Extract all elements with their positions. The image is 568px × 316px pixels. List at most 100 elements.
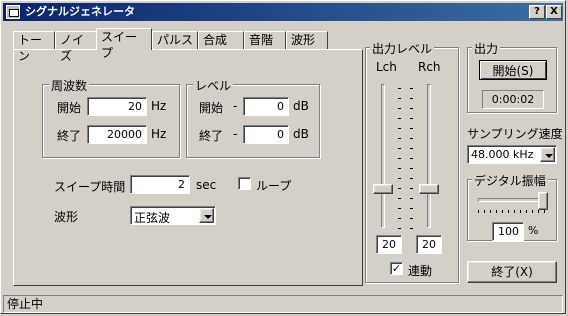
- slider-tick: [398, 198, 401, 199]
- app-window: シグナルジェネレータ ? X トーン ノイズ スイープ パルス 合成 音階 波形…: [0, 0, 566, 314]
- rch-label: Rch: [418, 60, 441, 74]
- rch-slider-track[interactable]: [427, 84, 431, 228]
- link-label[interactable]: 連動: [408, 262, 432, 279]
- tab-scale[interactable]: 音階: [244, 31, 286, 49]
- slider-tick: [410, 108, 413, 109]
- level-end-label: 終了: [199, 129, 224, 143]
- level-start-unit: dB: [293, 99, 309, 113]
- lch-slider-thumb[interactable]: [373, 184, 393, 194]
- slider-tick: [398, 168, 401, 169]
- slider-tick: [398, 208, 401, 209]
- wave-select[interactable]: 正弦波: [130, 206, 216, 225]
- slider-tick: [410, 98, 413, 99]
- tab-sweep[interactable]: スイープ: [96, 28, 152, 60]
- slider-tick: [410, 208, 413, 209]
- tab-synth[interactable]: 合成: [198, 31, 244, 49]
- sampling-select-value: 48.000 kHz: [471, 148, 534, 161]
- slider-tick: [398, 228, 401, 229]
- digital-amplitude-group: デジタル振幅 100 %: [467, 172, 557, 241]
- frequency-group: 周波数 開始 20 Hz 終了 20000 Hz: [42, 77, 180, 158]
- level-end-input[interactable]: 0: [243, 125, 289, 144]
- output-group-label: 出力: [472, 40, 501, 57]
- link-checkbox[interactable]: ✓: [390, 262, 403, 275]
- slider-tick: [410, 158, 413, 159]
- help-button[interactable]: ?: [529, 5, 545, 19]
- exit-button[interactable]: 終了(X): [467, 261, 557, 283]
- sweep-time-input[interactable]: 2: [130, 175, 190, 194]
- freq-end-unit: Hz: [151, 127, 167, 141]
- level-start-sign: -: [233, 99, 238, 113]
- slider-tick: [398, 108, 401, 109]
- slider-tick: [520, 210, 521, 213]
- slider-tick: [532, 210, 533, 213]
- lch-value-input[interactable]: 20: [376, 235, 402, 254]
- freq-start-label: 開始: [57, 101, 82, 115]
- close-button[interactable]: X: [546, 5, 562, 19]
- lch-slider-track[interactable]: [381, 84, 385, 228]
- slider-tick: [478, 210, 479, 213]
- app-icon: [6, 5, 20, 19]
- output-level-group: 出力レベル Lch Rch 20 20 ✓ 連動: [365, 40, 459, 283]
- slider-tick: [398, 128, 401, 129]
- rch-slider-thumb[interactable]: [419, 184, 439, 194]
- slider-tick: [538, 210, 539, 213]
- output-group: 出力 開始(S) 0:00:02: [467, 40, 557, 113]
- status-text: 停止中: [7, 297, 44, 311]
- freq-start-input[interactable]: 20: [87, 97, 147, 116]
- level-start-label: 開始: [199, 101, 224, 115]
- slider-tick: [398, 178, 401, 179]
- loop-label[interactable]: ループ: [256, 177, 291, 194]
- slider-tick: [398, 148, 401, 149]
- wave-label: 波形: [54, 210, 79, 224]
- slider-tick: [410, 148, 413, 149]
- digital-slider-thumb[interactable]: [538, 192, 548, 210]
- slider-tick: [484, 210, 485, 213]
- rch-value-input[interactable]: 20: [416, 235, 442, 254]
- tab-waveform[interactable]: 波形: [286, 31, 328, 49]
- sampling-select[interactable]: 48.000 kHz: [467, 145, 557, 164]
- level-end-unit: dB: [293, 127, 309, 141]
- level-start-input[interactable]: 0: [243, 97, 289, 116]
- slider-tick: [410, 88, 413, 89]
- slider-tick: [398, 138, 401, 139]
- tab-noise[interactable]: ノイズ: [55, 31, 97, 63]
- slider-tick: [410, 138, 413, 139]
- sampling-label: サンプリング速度: [467, 127, 563, 141]
- slider-tick: [410, 228, 413, 229]
- slider-tick: [410, 188, 413, 189]
- chevron-down-icon[interactable]: [540, 147, 555, 162]
- wave-select-value: 正弦波: [134, 211, 171, 225]
- slider-tick: [496, 210, 497, 213]
- slider-tick: [544, 210, 545, 213]
- level-group: レベル 開始 - 0 dB 終了 - 0 dB: [186, 77, 320, 158]
- loop-checkbox[interactable]: [238, 177, 251, 190]
- tab-pulse[interactable]: パルス: [152, 31, 198, 49]
- elapsed-time: 0:00:02: [482, 90, 544, 109]
- freq-end-input[interactable]: 20000: [87, 125, 147, 144]
- sweep-time-unit: sec: [196, 178, 217, 192]
- sweep-panel: 周波数 開始 20 Hz 終了 20000 Hz レベル 開始 - 0 dB 終…: [13, 49, 363, 286]
- frequency-group-label: 周波数: [49, 77, 90, 94]
- start-button[interactable]: 開始(S): [479, 60, 547, 80]
- digital-unit: %: [528, 224, 539, 237]
- lch-label: Lch: [376, 60, 397, 74]
- digital-slider-track[interactable]: [478, 198, 546, 202]
- output-level-label: 出力レベル: [370, 40, 435, 57]
- slider-tick: [398, 98, 401, 99]
- digital-value-input[interactable]: 100: [492, 222, 524, 241]
- window-title: シグナルジェネレータ: [25, 5, 135, 18]
- slider-tick: [410, 178, 413, 179]
- slider-tick: [526, 210, 527, 213]
- sweep-time-label: スイープ時間: [54, 180, 126, 194]
- slider-tick: [410, 118, 413, 119]
- tab-tone[interactable]: トーン: [13, 31, 55, 63]
- level-group-label: レベル: [193, 77, 234, 94]
- digital-amplitude-label: デジタル振幅: [472, 172, 548, 189]
- slider-tick: [508, 210, 509, 213]
- level-end-sign: -: [233, 127, 238, 141]
- slider-tick: [410, 128, 413, 129]
- slider-tick: [410, 168, 413, 169]
- slider-tick: [514, 210, 515, 213]
- title-bar: シグナルジェネレータ ? X: [3, 3, 563, 21]
- chevron-down-icon[interactable]: [199, 208, 214, 223]
